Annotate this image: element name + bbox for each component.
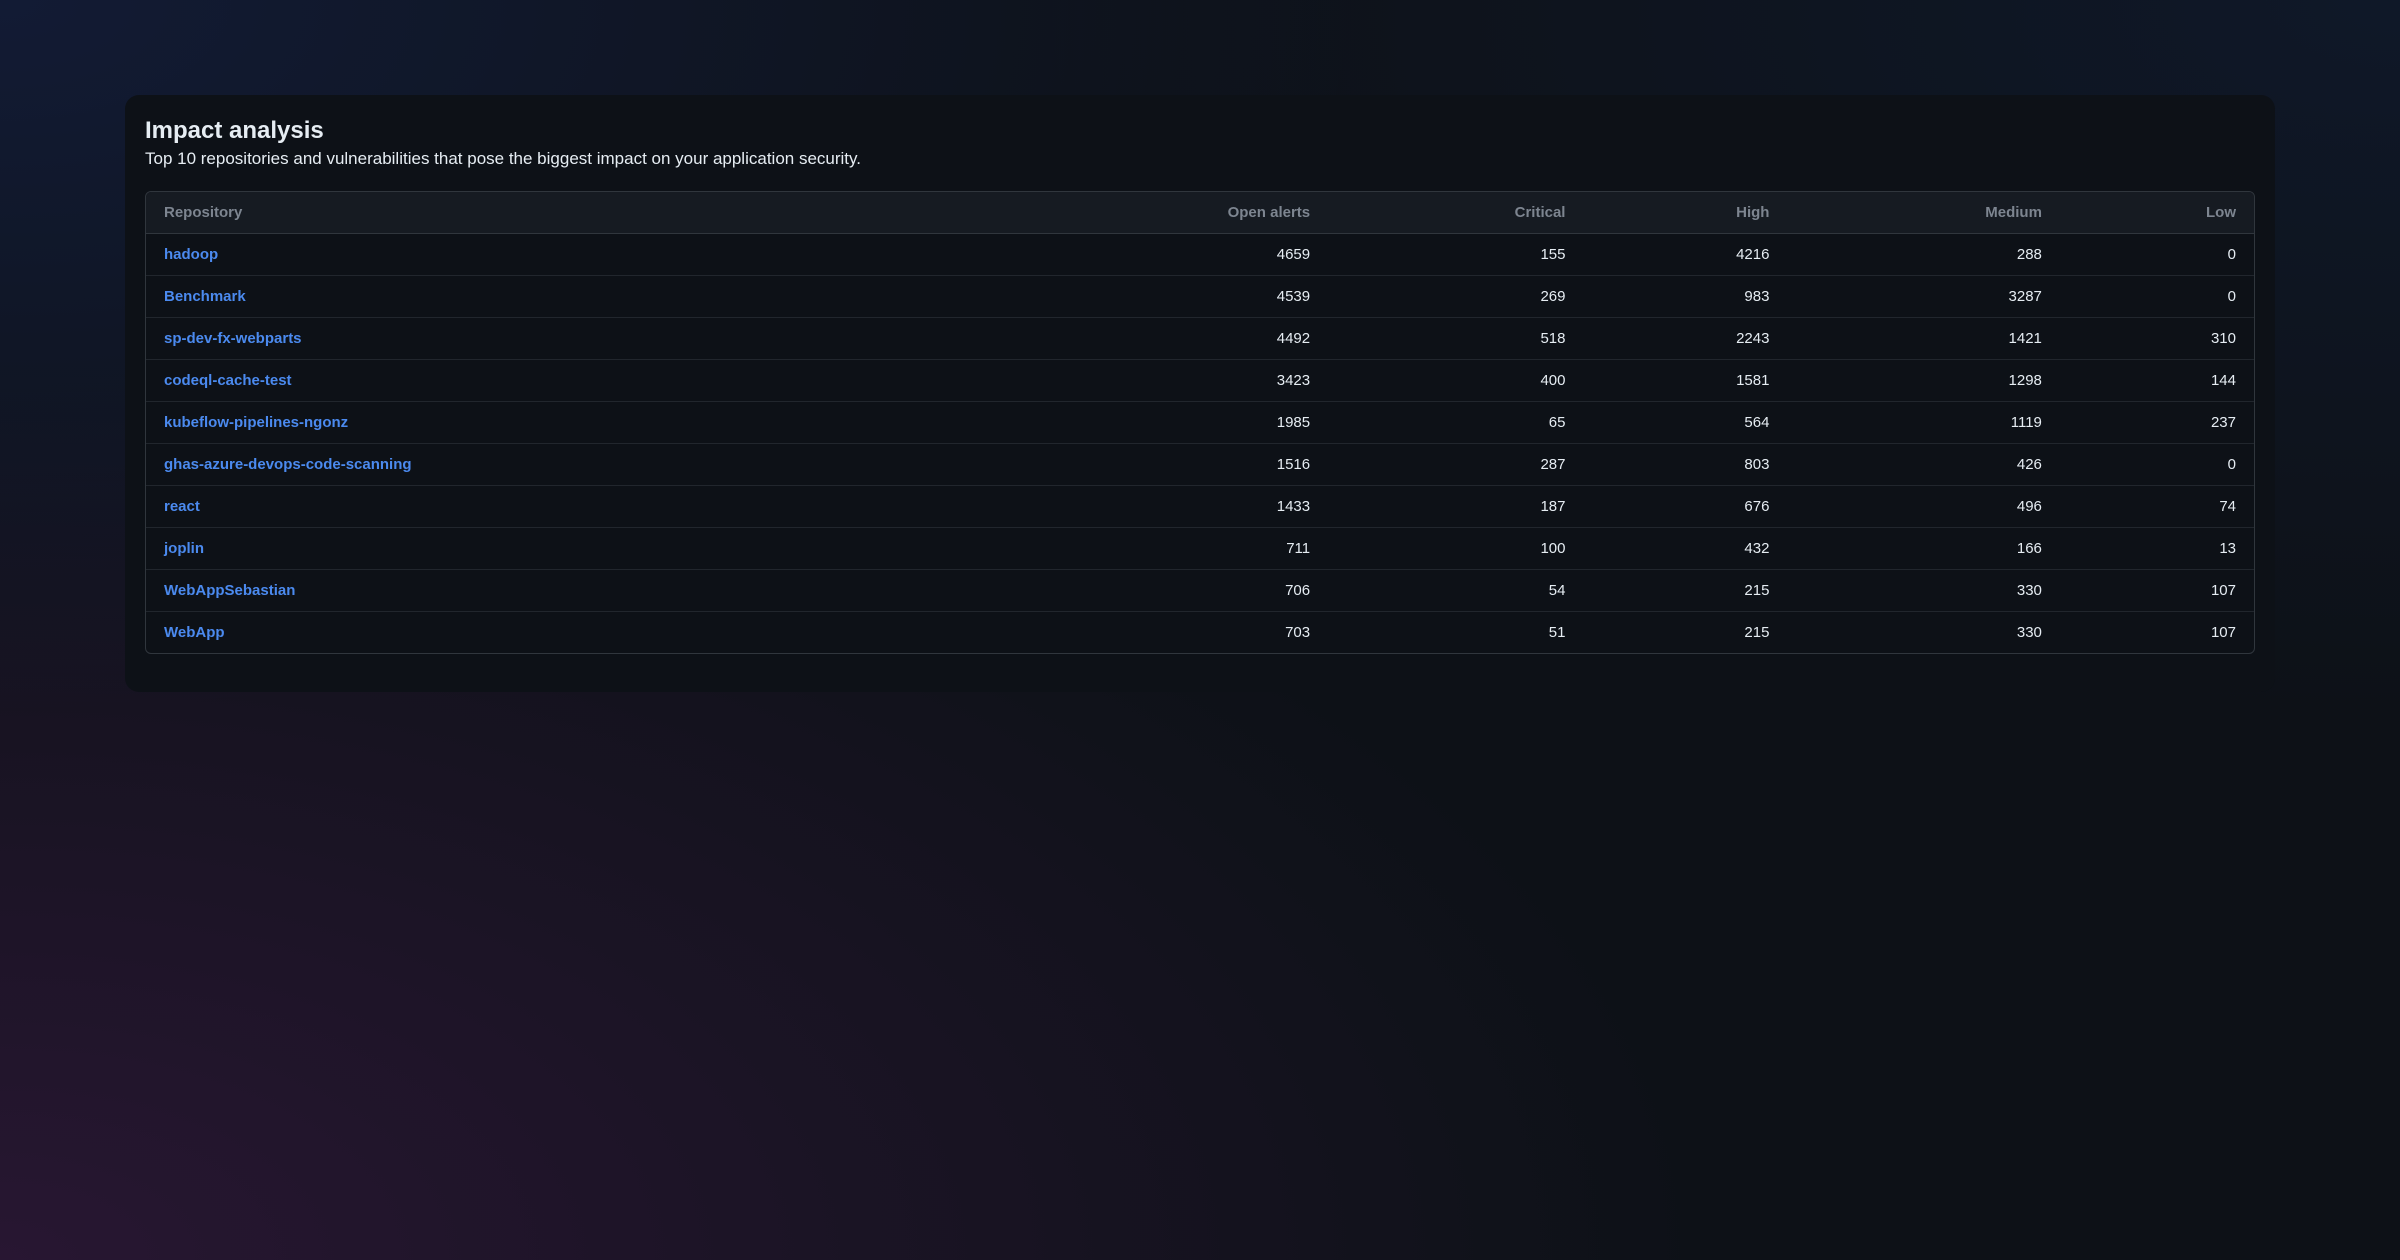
table-row: codeql-cache-test 342340015811298144 — [146, 360, 2254, 402]
repository-link[interactable]: sp-dev-fx-webparts — [164, 330, 302, 347]
cell-repository: WebApp — [146, 612, 980, 654]
repository-link[interactable]: codeql-cache-test — [164, 372, 292, 389]
repository-link[interactable]: kubeflow-pipelines-ngonz — [164, 414, 348, 431]
cell-critical: 287 — [1328, 444, 1583, 486]
panel-subtitle: Top 10 repositories and vulnerabilities … — [145, 149, 2255, 169]
cell-critical: 269 — [1328, 276, 1583, 318]
cell-open-alerts: 4492 — [980, 318, 1328, 360]
cell-low: 144 — [2060, 360, 2254, 402]
cell-low: 0 — [2060, 444, 2254, 486]
cell-high: 1581 — [1583, 360, 1787, 402]
table-row: WebApp 70351215330107 — [146, 612, 2254, 654]
cell-low: 0 — [2060, 276, 2254, 318]
cell-high: 215 — [1583, 570, 1787, 612]
table-row: joplin 71110043216613 — [146, 528, 2254, 570]
cell-repository: kubeflow-pipelines-ngonz — [146, 402, 980, 444]
cell-high: 676 — [1583, 486, 1787, 528]
impact-analysis-panel: Impact analysis Top 10 repositories and … — [125, 95, 2275, 692]
cell-medium: 1298 — [1787, 360, 2059, 402]
column-header-repository: Repository — [146, 192, 980, 234]
cell-high: 432 — [1583, 528, 1787, 570]
table-row: ghas-azure-devops-code-scanning 151628780… — [146, 444, 2254, 486]
cell-medium: 426 — [1787, 444, 2059, 486]
cell-repository: codeql-cache-test — [146, 360, 980, 402]
column-header-critical: Critical — [1328, 192, 1583, 234]
column-header-open-alerts: Open alerts — [980, 192, 1328, 234]
cell-medium: 330 — [1787, 570, 2059, 612]
column-header-low: Low — [2060, 192, 2254, 234]
cell-medium: 3287 — [1787, 276, 2059, 318]
cell-critical: 518 — [1328, 318, 1583, 360]
cell-low: 13 — [2060, 528, 2254, 570]
cell-low: 237 — [2060, 402, 2254, 444]
repository-link[interactable]: Benchmark — [164, 288, 246, 305]
cell-critical: 100 — [1328, 528, 1583, 570]
cell-repository: ghas-azure-devops-code-scanning — [146, 444, 980, 486]
cell-open-alerts: 711 — [980, 528, 1328, 570]
cell-high: 564 — [1583, 402, 1787, 444]
table-row: react 143318767649674 — [146, 486, 2254, 528]
cell-open-alerts: 1985 — [980, 402, 1328, 444]
cell-medium: 330 — [1787, 612, 2059, 654]
cell-critical: 65 — [1328, 402, 1583, 444]
cell-critical: 400 — [1328, 360, 1583, 402]
table-header-row: Repository Open alerts Critical High Med… — [146, 192, 2254, 234]
cell-open-alerts: 4539 — [980, 276, 1328, 318]
cell-repository: react — [146, 486, 980, 528]
cell-open-alerts: 1516 — [980, 444, 1328, 486]
table-row: sp-dev-fx-webparts 449251822431421310 — [146, 318, 2254, 360]
cell-critical: 54 — [1328, 570, 1583, 612]
cell-low: 0 — [2060, 234, 2254, 276]
repository-link[interactable]: WebAppSebastian — [164, 582, 295, 599]
cell-medium: 166 — [1787, 528, 2059, 570]
cell-repository: sp-dev-fx-webparts — [146, 318, 980, 360]
cell-critical: 155 — [1328, 234, 1583, 276]
column-header-medium: Medium — [1787, 192, 2059, 234]
cell-medium: 288 — [1787, 234, 2059, 276]
cell-medium: 496 — [1787, 486, 2059, 528]
cell-open-alerts: 4659 — [980, 234, 1328, 276]
cell-high: 215 — [1583, 612, 1787, 654]
cell-critical: 51 — [1328, 612, 1583, 654]
cell-high: 2243 — [1583, 318, 1787, 360]
repository-link[interactable]: react — [164, 498, 200, 515]
table-row: Benchmark 453926998332870 — [146, 276, 2254, 318]
repository-link[interactable]: ghas-azure-devops-code-scanning — [164, 456, 412, 473]
cell-high: 983 — [1583, 276, 1787, 318]
cell-repository: WebAppSebastian — [146, 570, 980, 612]
panel-header: Impact analysis Top 10 repositories and … — [145, 117, 2255, 169]
cell-open-alerts: 3423 — [980, 360, 1328, 402]
panel-title: Impact analysis — [145, 117, 2255, 145]
cell-high: 803 — [1583, 444, 1787, 486]
cell-repository: hadoop — [146, 234, 980, 276]
table-row: kubeflow-pipelines-ngonz 1985655641119237 — [146, 402, 2254, 444]
cell-open-alerts: 1433 — [980, 486, 1328, 528]
impact-table-container: Repository Open alerts Critical High Med… — [145, 191, 2255, 654]
cell-low: 107 — [2060, 612, 2254, 654]
repository-link[interactable]: WebApp — [164, 624, 225, 641]
table-row: hadoop 465915542162880 — [146, 234, 2254, 276]
cell-low: 107 — [2060, 570, 2254, 612]
repository-link[interactable]: hadoop — [164, 246, 218, 263]
table-body: hadoop465915542162880Benchmark4539269983… — [146, 234, 2254, 654]
cell-low: 74 — [2060, 486, 2254, 528]
cell-critical: 187 — [1328, 486, 1583, 528]
impact-table: Repository Open alerts Critical High Med… — [146, 192, 2254, 653]
table-row: WebAppSebastian 70654215330107 — [146, 570, 2254, 612]
repository-link[interactable]: joplin — [164, 540, 204, 557]
cell-repository: joplin — [146, 528, 980, 570]
column-header-high: High — [1583, 192, 1787, 234]
cell-medium: 1421 — [1787, 318, 2059, 360]
cell-high: 4216 — [1583, 234, 1787, 276]
cell-open-alerts: 706 — [980, 570, 1328, 612]
cell-low: 310 — [2060, 318, 2254, 360]
cell-medium: 1119 — [1787, 402, 2059, 444]
cell-open-alerts: 703 — [980, 612, 1328, 654]
cell-repository: Benchmark — [146, 276, 980, 318]
